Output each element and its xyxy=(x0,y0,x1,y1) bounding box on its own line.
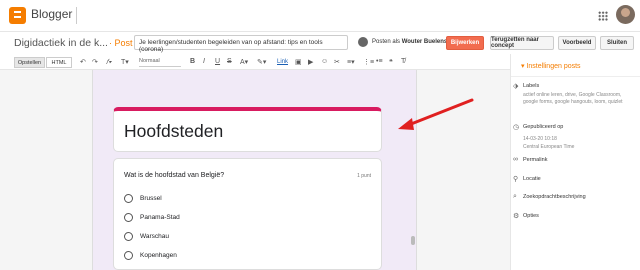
video-icon[interactable]: ▶ xyxy=(308,58,313,66)
format-select[interactable]: Normaal xyxy=(139,58,181,67)
bold-icon[interactable]: B xyxy=(190,58,195,65)
answer-option[interactable]: Brussel xyxy=(124,194,162,203)
question-text: Wat is de hoofdstad van België? xyxy=(124,172,225,179)
emoji-icon[interactable]: ☺ xyxy=(321,58,328,65)
location-icon: ⚲ xyxy=(513,176,519,183)
post-settings-header[interactable]: ▾ Instellingen posts xyxy=(521,62,581,70)
options-item[interactable]: Opties xyxy=(523,213,539,219)
search-description-item[interactable]: Zoekopdrachtbeschrijving xyxy=(523,194,586,200)
answer-option[interactable]: Warschau xyxy=(124,232,169,241)
post-title-input[interactable]: Je leerlingen/studenten begeleiden van o… xyxy=(134,35,348,53)
option-label: Warschau xyxy=(140,233,170,240)
app-name[interactable]: Blogger xyxy=(31,7,72,21)
link-icon: ∞ xyxy=(513,156,518,163)
jump-break-icon[interactable]: ✂ xyxy=(334,58,340,66)
post-settings-sidebar: ▾ Instellingen posts ⬗ Labels actief onl… xyxy=(510,54,640,270)
option-label: Brussel xyxy=(140,195,162,202)
editor-toolbar: Opstellen HTML ↶ ↷ 𝑓▾ T▾ Normaal B I U S… xyxy=(0,54,510,70)
author-avatar xyxy=(358,37,368,47)
clear-format-icon[interactable]: T̸ xyxy=(401,58,405,65)
strikethrough-icon[interactable]: S xyxy=(227,58,232,65)
quote-icon[interactable]: ❝ xyxy=(389,58,393,66)
font-family-icon[interactable]: 𝑓▾ xyxy=(106,58,112,67)
annotation-arrow-icon xyxy=(398,98,474,130)
top-bar: Blogger xyxy=(0,0,640,32)
author-prefix: Posten als xyxy=(372,39,401,45)
labels-title[interactable]: Labels xyxy=(523,83,539,89)
radio-button[interactable] xyxy=(124,251,133,260)
apps-grid-icon[interactable] xyxy=(598,11,608,21)
blog-name[interactable]: Digidactiek in de k... xyxy=(14,37,108,49)
font-size-icon[interactable]: T▾ xyxy=(121,58,129,66)
post-breadcrumb: · Post xyxy=(109,38,133,48)
redo-icon[interactable]: ↷ xyxy=(92,58,98,66)
option-label: Panama-Stad xyxy=(140,214,180,221)
highlight-icon[interactable]: ✎▾ xyxy=(257,58,266,66)
radio-button[interactable] xyxy=(124,213,133,222)
published-title[interactable]: Gepubliceerd op xyxy=(523,124,563,130)
align-icon[interactable]: ≡▾ xyxy=(347,58,355,66)
author-name: Wouter Buelens xyxy=(401,39,448,45)
clock-icon: ◷ xyxy=(513,124,520,131)
bullet-list-icon[interactable]: •≡ xyxy=(376,58,383,65)
text-color-icon[interactable]: A▾ xyxy=(240,58,248,66)
post-bar: Digidactiek in de k... · Post Je leerlin… xyxy=(0,32,640,54)
link-button[interactable]: Link xyxy=(277,59,288,65)
gear-icon: ⚙ xyxy=(513,213,520,220)
image-icon[interactable]: ▣ xyxy=(295,58,302,66)
user-avatar[interactable] xyxy=(616,5,635,24)
search-description-icon: ⌕ xyxy=(513,193,517,200)
form-title-card: Hoofdsteden xyxy=(113,107,382,152)
underline-icon[interactable]: U xyxy=(215,58,220,65)
question-card: Wat is de hoofdstad van België? 1 punt B… xyxy=(113,158,382,270)
answer-option[interactable]: Panama-Stad xyxy=(124,213,180,222)
divider xyxy=(511,76,640,77)
form-title: Hoofdsteden xyxy=(124,121,224,141)
divider xyxy=(76,7,77,24)
italic-icon[interactable]: I xyxy=(203,58,205,65)
question-points: 1 punt xyxy=(357,173,371,179)
label-icon: ⬗ xyxy=(513,83,519,90)
preview-button[interactable]: Voorbeeld xyxy=(558,36,596,50)
compose-mode-button[interactable]: Opstellen xyxy=(14,57,45,68)
numbered-list-icon[interactable]: ⋮≡ xyxy=(363,58,374,66)
html-mode-button[interactable]: HTML xyxy=(46,57,72,68)
permalink-item[interactable]: Permalink xyxy=(523,157,547,163)
labels-value: actief online leren, drive, Google Class… xyxy=(523,92,623,105)
published-timezone: Central European Time xyxy=(523,144,575,150)
answer-option[interactable]: Kopenhagen xyxy=(124,251,177,260)
published-date: 14-03-20 10:18 xyxy=(523,136,557,142)
scrollbar-thumb[interactable] xyxy=(411,236,415,245)
author-label: Posten als Wouter Buelens xyxy=(372,39,447,45)
radio-button[interactable] xyxy=(124,194,133,203)
radio-button[interactable] xyxy=(124,232,133,241)
location-item[interactable]: Locatie xyxy=(523,176,541,182)
blogger-logo-icon[interactable] xyxy=(9,7,26,24)
undo-icon[interactable]: ↶ xyxy=(80,58,86,66)
update-button[interactable]: Bijwerken xyxy=(446,36,484,50)
option-label: Kopenhagen xyxy=(140,252,177,259)
close-button[interactable]: Sluiten xyxy=(600,36,634,50)
revert-to-draft-button[interactable]: Terugzetten naar concept xyxy=(490,36,554,50)
